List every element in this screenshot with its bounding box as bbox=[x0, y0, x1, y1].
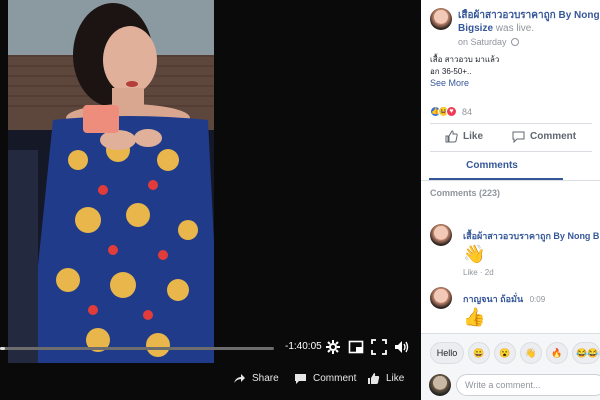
comment-input[interactable]: Write a comment... bbox=[456, 374, 600, 396]
quick-reply-bar: Hello 😀 😮 👋 🔥 😂😂😂 bbox=[421, 333, 600, 371]
page-avatar[interactable] bbox=[430, 8, 452, 30]
quick-reply-emoji-wave[interactable]: 👋 bbox=[520, 342, 542, 364]
post-timestamp: on Saturday bbox=[458, 37, 519, 47]
post-like-button[interactable]: Like bbox=[445, 130, 483, 143]
like-button[interactable]: Like bbox=[367, 372, 404, 385]
divider bbox=[430, 151, 592, 152]
description-line-1: เสื้อ สาวอวบ มาแล้ว bbox=[430, 55, 500, 64]
comment-emoji: 👍 bbox=[463, 307, 486, 327]
see-more-link[interactable]: See More bbox=[430, 78, 469, 88]
post-like-label: Like bbox=[463, 131, 484, 142]
quick-reply-emoji-grin[interactable]: 😀 bbox=[468, 342, 490, 364]
video-still-image bbox=[8, 0, 214, 363]
live-status-text: was live. bbox=[495, 23, 535, 34]
description-line-2: อก 36-50+.. bbox=[430, 67, 472, 76]
reaction-count: 84 bbox=[462, 106, 473, 117]
post-description: เสื้อ สาวอวบ มาแล้ว อก 36-50+.. bbox=[430, 54, 499, 78]
settings-gear-icon[interactable] bbox=[325, 339, 341, 355]
current-user-avatar bbox=[429, 374, 451, 396]
quick-reply-emoji-wow[interactable]: 😮 bbox=[494, 342, 516, 364]
divider bbox=[421, 180, 600, 181]
comment-label: Comment bbox=[313, 373, 357, 384]
video-controls: -1:40:05 bbox=[0, 336, 421, 360]
comment-time[interactable]: 0:09 bbox=[530, 295, 546, 304]
comment-like-link[interactable]: Like bbox=[463, 268, 478, 277]
commenter-avatar[interactable] bbox=[430, 287, 452, 309]
commenter-name-text[interactable]: กาญจนา ถ้อมั่น bbox=[463, 294, 523, 304]
commenter-name: กาญจนา ถ้อมั่น 0:09 bbox=[463, 292, 545, 306]
thumbs-up-icon bbox=[368, 373, 380, 384]
share-icon bbox=[234, 374, 245, 383]
comment-meta: Like · 2d bbox=[463, 268, 494, 277]
live-video-viewer: -1:40:05 Share Comment Like เสื้อผ้าสาวอ… bbox=[0, 0, 600, 400]
progress-bar[interactable] bbox=[0, 347, 274, 350]
comment-time[interactable]: 2d bbox=[485, 268, 494, 277]
post-panel: เสื้อผ้าสาวอวบราคาถูก By Nong Bigsize wa… bbox=[421, 0, 600, 400]
page-name-link[interactable]: เสื้อผ้าสาวอวบราคาถูก By Nong bbox=[458, 9, 600, 22]
post-header: เสื้อผ้าสาวอวบราคาถูก By Nong Bigsize wa… bbox=[421, 0, 600, 55]
share-label: Share bbox=[252, 373, 279, 384]
quick-reply-hello[interactable]: Hello bbox=[430, 342, 464, 364]
commenter-avatar[interactable] bbox=[430, 224, 452, 246]
page-name-line2-text[interactable]: Bigsize bbox=[458, 23, 493, 34]
comment-icon bbox=[512, 131, 525, 143]
page-name-text: เสื้อผ้าสาวอวบราคาถูก By Nong bbox=[458, 10, 600, 21]
video-area[interactable]: -1:40:05 Share Comment Like bbox=[0, 0, 421, 400]
comment-emoji: 👋 bbox=[463, 244, 486, 264]
post-comment-label: Comment bbox=[530, 131, 577, 142]
video-actions: Share Comment Like bbox=[0, 368, 421, 392]
progress-fill bbox=[0, 347, 6, 350]
page-name-line2: Bigsize was live. bbox=[458, 22, 534, 35]
comments-count: Comments (223) bbox=[430, 188, 501, 198]
commenter-name[interactable]: เสื้อผ้าสาวอวบราคาถูก By Nong B bbox=[463, 229, 599, 243]
volume-icon[interactable] bbox=[394, 339, 410, 355]
comment-icon bbox=[295, 374, 306, 384]
time-remaining: -1:40:05 bbox=[285, 341, 322, 352]
share-button[interactable]: Share bbox=[233, 372, 279, 385]
divider bbox=[430, 123, 592, 124]
comment-composer: Write a comment... bbox=[421, 371, 600, 400]
comment-button[interactable]: Comment bbox=[294, 372, 356, 385]
like-label: Like bbox=[386, 373, 405, 384]
fullscreen-icon[interactable] bbox=[371, 339, 387, 355]
reaction-summary[interactable]: 👍 😆 ♥ 84 bbox=[430, 106, 472, 117]
thumbs-up-icon bbox=[445, 130, 458, 143]
tab-comments[interactable]: Comments bbox=[421, 160, 563, 171]
quick-reply-emoji-laugh[interactable]: 😂😂😂 bbox=[572, 342, 600, 364]
video-frame[interactable] bbox=[8, 0, 214, 363]
post-comment-button[interactable]: Comment bbox=[512, 130, 576, 143]
love-reaction-icon: ♥ bbox=[446, 106, 457, 117]
globe-icon bbox=[510, 38, 519, 46]
quick-reply-emoji-fire[interactable]: 🔥 bbox=[546, 342, 568, 364]
picture-in-picture-icon[interactable] bbox=[348, 339, 364, 355]
post-time-text[interactable]: on Saturday bbox=[458, 37, 507, 47]
